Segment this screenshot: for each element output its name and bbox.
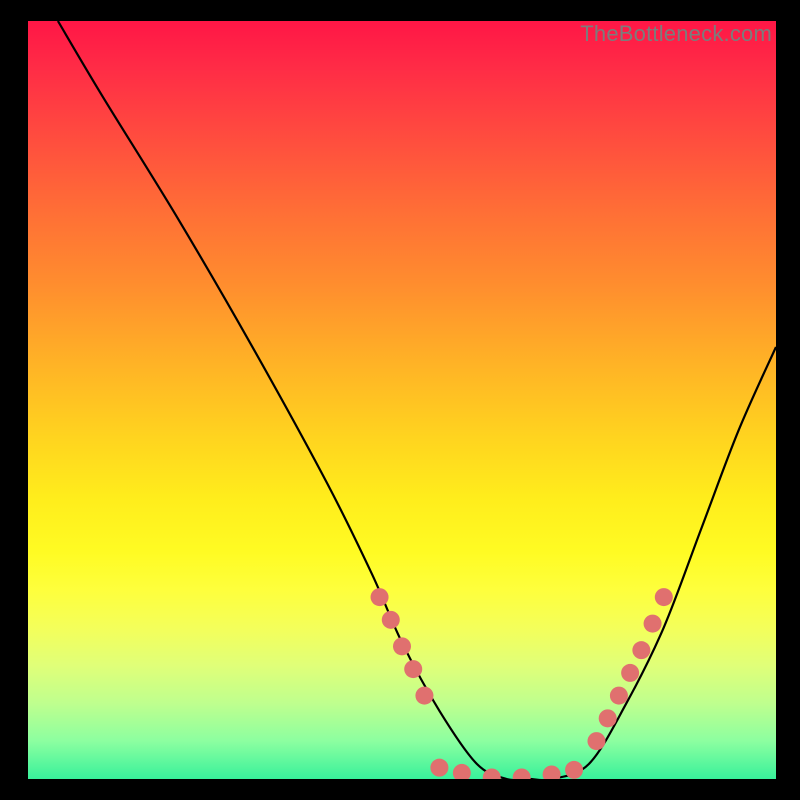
watermark-text: TheBottleneck.com bbox=[580, 21, 772, 47]
highlight-dot bbox=[644, 615, 662, 633]
highlight-dot bbox=[587, 732, 605, 750]
highlight-dot bbox=[543, 765, 561, 779]
highlight-dot bbox=[513, 768, 531, 779]
highlight-dot bbox=[632, 641, 650, 659]
curve-svg bbox=[28, 21, 776, 779]
highlight-dot bbox=[565, 761, 583, 779]
highlight-dot bbox=[430, 759, 448, 777]
highlight-dot bbox=[371, 588, 389, 606]
highlight-dot bbox=[415, 687, 433, 705]
highlight-dot bbox=[382, 611, 400, 629]
highlight-dot bbox=[655, 588, 673, 606]
chart-plot-area: TheBottleneck.com bbox=[28, 21, 776, 779]
highlight-dot bbox=[599, 709, 617, 727]
highlight-dots bbox=[371, 588, 673, 779]
highlight-dot bbox=[404, 660, 422, 678]
highlight-dot bbox=[453, 764, 471, 779]
highlight-dot bbox=[610, 687, 628, 705]
highlight-dot bbox=[393, 637, 411, 655]
highlight-dot bbox=[621, 664, 639, 682]
